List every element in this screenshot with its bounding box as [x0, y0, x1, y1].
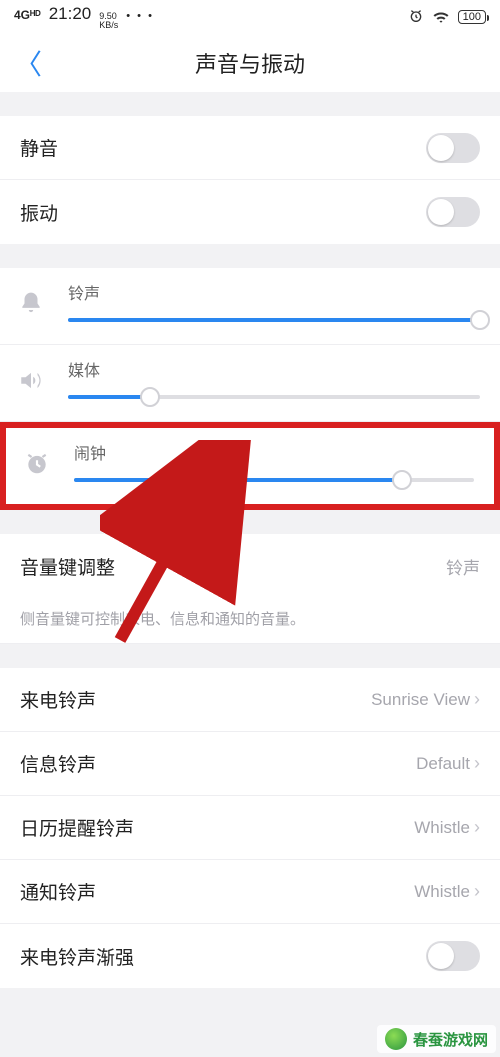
vibrate-label: 振动	[20, 199, 58, 226]
silent-label: 静音	[20, 134, 58, 161]
ringtone-incoming-label: 来电铃声	[20, 686, 96, 713]
media-slider-row: 媒体	[0, 345, 500, 422]
watermark-text: 春蚕游戏网	[413, 1029, 488, 1050]
ringtone-notification-row[interactable]: 通知铃声 Whistle›	[0, 860, 500, 924]
volume-key-value: 铃声	[446, 554, 480, 579]
page-title: 声音与振动	[195, 47, 305, 79]
volume-key-row[interactable]: 音量键调整 铃声	[0, 534, 500, 598]
alarm-slider[interactable]	[74, 478, 474, 482]
speaker-icon	[18, 368, 44, 399]
vibrate-row: 振动	[0, 180, 500, 244]
alarm-highlight: 闹钟	[0, 422, 500, 510]
volume-key-section: 音量键调整 铃声 侧音量键可控制来电、信息和通知的音量。	[0, 534, 500, 644]
chevron-right-icon: ›	[474, 689, 480, 710]
ringtone-slider-row: 铃声	[0, 268, 500, 345]
status-bar: 4Gᴴᴰ 21:20 9.50KB/s • • • 100	[0, 0, 500, 34]
alarm-icon	[408, 8, 424, 27]
silent-row: 静音	[0, 116, 500, 180]
volume-key-desc: 侧音量键可控制来电、信息和通知的音量。	[0, 598, 500, 644]
network-indicator: 4Gᴴᴰ	[14, 8, 41, 22]
toggle-section: 静音 振动	[0, 116, 500, 244]
ringtone-incoming-value: Sunrise View	[371, 690, 470, 710]
ringtone-notification-value: Whistle	[414, 882, 470, 902]
page-header: 〈 声音与振动	[0, 34, 500, 92]
fadein-row: 来电铃声渐强	[0, 924, 500, 988]
ringtone-message-value: Default	[416, 754, 470, 774]
alarm-slider-row: 闹钟	[6, 428, 494, 504]
fadein-toggle[interactable]	[426, 941, 480, 971]
back-button[interactable]: 〈	[14, 43, 42, 83]
net-speed: 9.50KB/s	[99, 12, 118, 30]
bell-icon	[18, 291, 44, 322]
ringtone-section: 来电铃声 Sunrise View› 信息铃声 Default› 日历提醒铃声 …	[0, 668, 500, 988]
ringtone-calendar-value: Whistle	[414, 818, 470, 838]
volume-key-label: 音量键调整	[20, 553, 115, 580]
fadein-label: 来电铃声渐强	[20, 943, 134, 970]
ringtone-message-label: 信息铃声	[20, 750, 96, 777]
watermark-icon	[385, 1028, 407, 1050]
ringtone-incoming-row[interactable]: 来电铃声 Sunrise View›	[0, 668, 500, 732]
status-time: 21:20	[49, 4, 92, 24]
ringtone-message-row[interactable]: 信息铃声 Default›	[0, 732, 500, 796]
slider-section: 铃声 媒体 闹钟	[0, 268, 500, 510]
ringtone-calendar-label: 日历提醒铃声	[20, 814, 134, 841]
ringtone-slider[interactable]	[68, 318, 480, 322]
chevron-right-icon: ›	[474, 881, 480, 902]
media-slider[interactable]	[68, 395, 480, 399]
media-slider-label: 媒体	[68, 357, 480, 381]
silent-toggle[interactable]	[426, 133, 480, 163]
chevron-right-icon: ›	[474, 753, 480, 774]
ringtone-notification-label: 通知铃声	[20, 878, 96, 905]
battery-indicator: 100	[458, 10, 486, 24]
more-dots: • • •	[126, 10, 154, 22]
ringtone-calendar-row[interactable]: 日历提醒铃声 Whistle›	[0, 796, 500, 860]
ringtone-slider-label: 铃声	[68, 280, 480, 304]
clock-icon	[24, 451, 50, 482]
wifi-icon	[432, 9, 450, 26]
watermark: 春蚕游戏网	[377, 1025, 496, 1053]
alarm-slider-label: 闹钟	[74, 440, 474, 464]
vibrate-toggle[interactable]	[426, 197, 480, 227]
chevron-right-icon: ›	[474, 817, 480, 838]
